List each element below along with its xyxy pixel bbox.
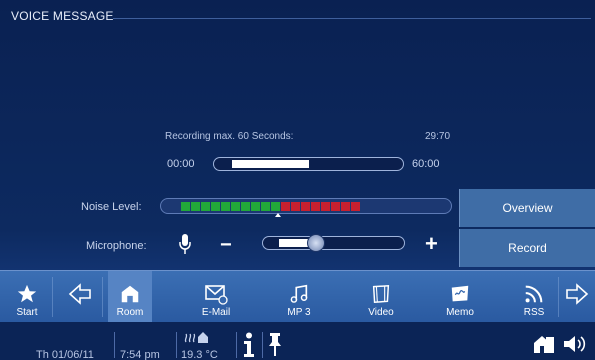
nav-item-room[interactable]: Room [108, 271, 152, 323]
noise-segment-red [331, 202, 340, 211]
overview-button[interactable]: Overview [459, 189, 595, 227]
info-icon[interactable] [242, 332, 256, 358]
nav-divider [558, 277, 559, 317]
status-divider [114, 332, 115, 358]
noise-segment-red [341, 202, 350, 211]
nav-start[interactable]: Start [10, 271, 44, 323]
nav-item-video[interactable]: Video [358, 271, 404, 323]
nav-label-email: E-Mail [201, 307, 231, 318]
arrow-left-icon[interactable] [67, 281, 93, 307]
noise-level-label: Noise Level: [81, 201, 142, 213]
nav-divider [52, 277, 53, 317]
home-status-icon[interactable] [532, 333, 558, 355]
noise-level-pointer [275, 213, 281, 217]
noise-segment-green [231, 202, 240, 211]
noise-segment-green [251, 202, 260, 211]
heating-house-icon [184, 332, 208, 343]
nav-label-rss: RSS [523, 307, 545, 318]
microphone-increase-button[interactable]: + [425, 231, 438, 257]
noise-segment-green [211, 202, 220, 211]
recording-time-readout: 29:70 [425, 131, 451, 142]
nav-label-mp3: MP 3 [287, 307, 311, 318]
speaker-icon[interactable] [562, 333, 588, 355]
record-button[interactable]: Record [459, 229, 595, 267]
page-title: VOICE MESSAGE [11, 9, 114, 23]
star-icon [17, 284, 37, 303]
nav-item-memo[interactable]: Memo [438, 271, 482, 323]
microphone-decrease-button[interactable]: − [220, 234, 232, 257]
status-divider [236, 332, 237, 358]
microphone-label: Microphone: [86, 240, 147, 252]
status-date: Th 01/06/11 [36, 349, 94, 360]
nav-divider [102, 277, 103, 317]
noise-segment-green [221, 202, 230, 211]
pin-icon[interactable] [267, 331, 283, 357]
noise-segment-green [261, 202, 270, 211]
noise-segment-red [281, 202, 290, 211]
noise-segment-red [351, 202, 360, 211]
noise-segment-green [191, 202, 200, 211]
music-icon [290, 284, 308, 303]
arrow-right-icon[interactable] [564, 281, 590, 307]
nav-label-room: Room [116, 307, 144, 318]
nav-item-mp3[interactable]: MP 3 [276, 271, 322, 323]
nav-label-start: Start [16, 307, 38, 318]
video-icon [372, 284, 390, 304]
status-temperature: 19.3 °C [181, 349, 218, 360]
memo-icon [451, 285, 469, 302]
noise-segment-red [321, 202, 330, 211]
recording-limit-label: Recording max. 60 Seconds: [165, 131, 294, 142]
voice-message-panel: VOICE MESSAGE Recording max. 60 Seconds:… [0, 0, 595, 270]
nav-item-email[interactable]: E-Mail [190, 271, 242, 323]
status-divider [262, 332, 263, 358]
email-icon [205, 285, 228, 305]
noise-level-meter [160, 198, 452, 214]
noise-segment-green [201, 202, 210, 211]
nav-label-memo: Memo [446, 307, 474, 318]
nav-label-video: Video [368, 307, 394, 318]
title-divider [113, 18, 591, 19]
noise-segment-red [311, 202, 320, 211]
recording-progress-bar [213, 157, 404, 171]
noise-segment-green [181, 202, 190, 211]
bottom-navigation: Start Room E-Mail MP 3 Video Memo RSS [0, 270, 595, 323]
recording-end-time: 60:00 [412, 158, 440, 170]
noise-segment-red [291, 202, 300, 211]
noise-segment-green [241, 202, 250, 211]
microphone-slider-knob[interactable] [307, 234, 325, 252]
recording-progress-fill [232, 160, 309, 168]
rss-icon [525, 285, 543, 303]
noise-segment-green [271, 202, 280, 211]
microphone-icon [179, 234, 191, 254]
microphone-level-slider[interactable] [262, 234, 405, 252]
nav-item-rss[interactable]: RSS [514, 271, 554, 323]
status-divider [176, 332, 177, 358]
room-icon [121, 285, 139, 303]
recording-start-time: 00:00 [167, 158, 195, 170]
status-time: 7:54 pm [120, 349, 160, 360]
noise-segment-red [301, 202, 310, 211]
